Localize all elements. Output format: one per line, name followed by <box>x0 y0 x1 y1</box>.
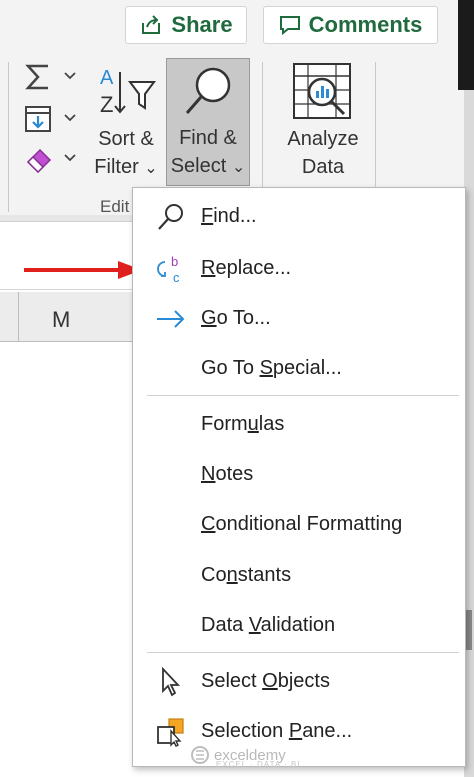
selection-pane-icon <box>157 718 184 747</box>
sort-filter-label-text: Filter <box>94 156 139 178</box>
menu-item-select-objects[interactable]: Select Objects <box>133 659 465 703</box>
analyze-label-1: Analyze <box>287 128 359 150</box>
magnifier-icon <box>185 67 231 114</box>
red-arrow-annotation <box>24 261 142 279</box>
menu-item-label: Selection Pane... <box>201 719 353 742</box>
find-select-button[interactable]: Find & Select ⌄ <box>166 58 250 186</box>
menu-item-constants[interactable]: Constants <box>133 553 465 597</box>
menu-item-conditional-formatting[interactable]: Conditional Formatting <box>133 502 465 546</box>
column-header-m[interactable]: M <box>52 307 70 333</box>
menu-item-label: Find... <box>201 204 257 227</box>
sort-filter-button[interactable]: A Z Sort & Filter ⌄ <box>90 62 162 187</box>
editing-group-label: Edit <box>100 197 130 216</box>
menu-item-label: Conditional Formatting <box>201 512 403 535</box>
svg-text:Z: Z <box>100 92 113 117</box>
watermark-tagline: EXCEL · DATA · BI <box>216 760 301 769</box>
ribbon-divider <box>8 62 9 212</box>
menu-item-label: Go To... <box>201 306 271 329</box>
fill-button[interactable] <box>24 102 79 136</box>
find-select-label-1: Find & <box>179 127 237 149</box>
magnifier-icon <box>158 204 183 230</box>
share-icon <box>142 15 161 34</box>
menu-item-label: Data Validation <box>201 613 336 636</box>
menu-item-label: Select Objects <box>201 669 330 692</box>
menu-separator <box>147 395 459 396</box>
sort-filter-label-2: Filter ⌄ <box>90 154 162 182</box>
find-select-dropdown: Find... b c Replace... Go To... Go To Sp… <box>132 187 466 767</box>
menu-item-label: Go To Special... <box>201 356 342 379</box>
menu-item-find[interactable]: Find... <box>133 194 465 238</box>
sort-filter-label-1: Sort & <box>98 128 154 150</box>
eraser-icon <box>26 148 52 174</box>
replace-icon: b c <box>157 254 180 284</box>
menu-item-label: Notes <box>201 462 254 485</box>
exceldemy-logo-icon <box>191 746 209 764</box>
scrollbar-thumb[interactable] <box>466 610 472 650</box>
comments-label: Comments <box>308 12 423 37</box>
menu-item-formulas[interactable]: Formulas <box>133 402 465 446</box>
go-to-arrow-icon <box>157 310 185 328</box>
comment-bubble-icon <box>279 16 300 36</box>
find-select-label-text: Select <box>170 155 227 177</box>
fill-down-icon <box>25 106 51 132</box>
menu-item-notes[interactable]: Notes <box>133 452 465 496</box>
chevron-down-icon: ⌄ <box>144 160 158 177</box>
share-button[interactable]: Share <box>125 6 247 44</box>
svg-text:A: A <box>100 67 114 89</box>
analyze-label-2: Data <box>301 156 345 178</box>
menu-item-go-to-special[interactable]: Go To Special... <box>133 346 465 390</box>
window-edge <box>458 0 474 90</box>
find-select-label-2: Select ⌄ <box>167 153 249 181</box>
chevron-down-icon <box>64 154 76 162</box>
menu-separator <box>147 652 459 653</box>
autosum-icon <box>25 64 48 90</box>
menu-item-label: Constants <box>201 563 292 586</box>
exceldemy-watermark: exceldemy EXCEL · DATA · BI <box>190 745 299 769</box>
cursor-arrow-icon <box>162 667 181 697</box>
clear-button[interactable] <box>24 142 79 176</box>
svg-text:b: b <box>171 254 178 269</box>
analyze-data-button[interactable]: Analyze Data <box>280 62 366 187</box>
menu-item-go-to[interactable]: Go To... <box>133 296 465 340</box>
chevron-down-icon <box>64 114 76 122</box>
menu-item-label: Formulas <box>201 412 285 435</box>
chevron-down-icon: ⌄ <box>231 159 246 176</box>
comments-button[interactable]: Comments <box>263 6 438 44</box>
share-label: Share <box>171 12 233 37</box>
menu-item-data-validation[interactable]: Data Validation <box>133 603 465 647</box>
svg-text:c: c <box>173 270 180 284</box>
sort-filter-icon: A Z <box>100 67 156 117</box>
menu-item-label: Replace... <box>201 256 292 279</box>
column-separator <box>18 292 19 342</box>
menu-item-selection-pane[interactable]: Selection Pane... <box>133 709 465 753</box>
chevron-down-icon <box>64 72 76 80</box>
analyze-data-icon <box>293 63 351 119</box>
autosum-button[interactable] <box>24 60 79 94</box>
menu-item-replace[interactable]: b c Replace... <box>133 246 465 290</box>
